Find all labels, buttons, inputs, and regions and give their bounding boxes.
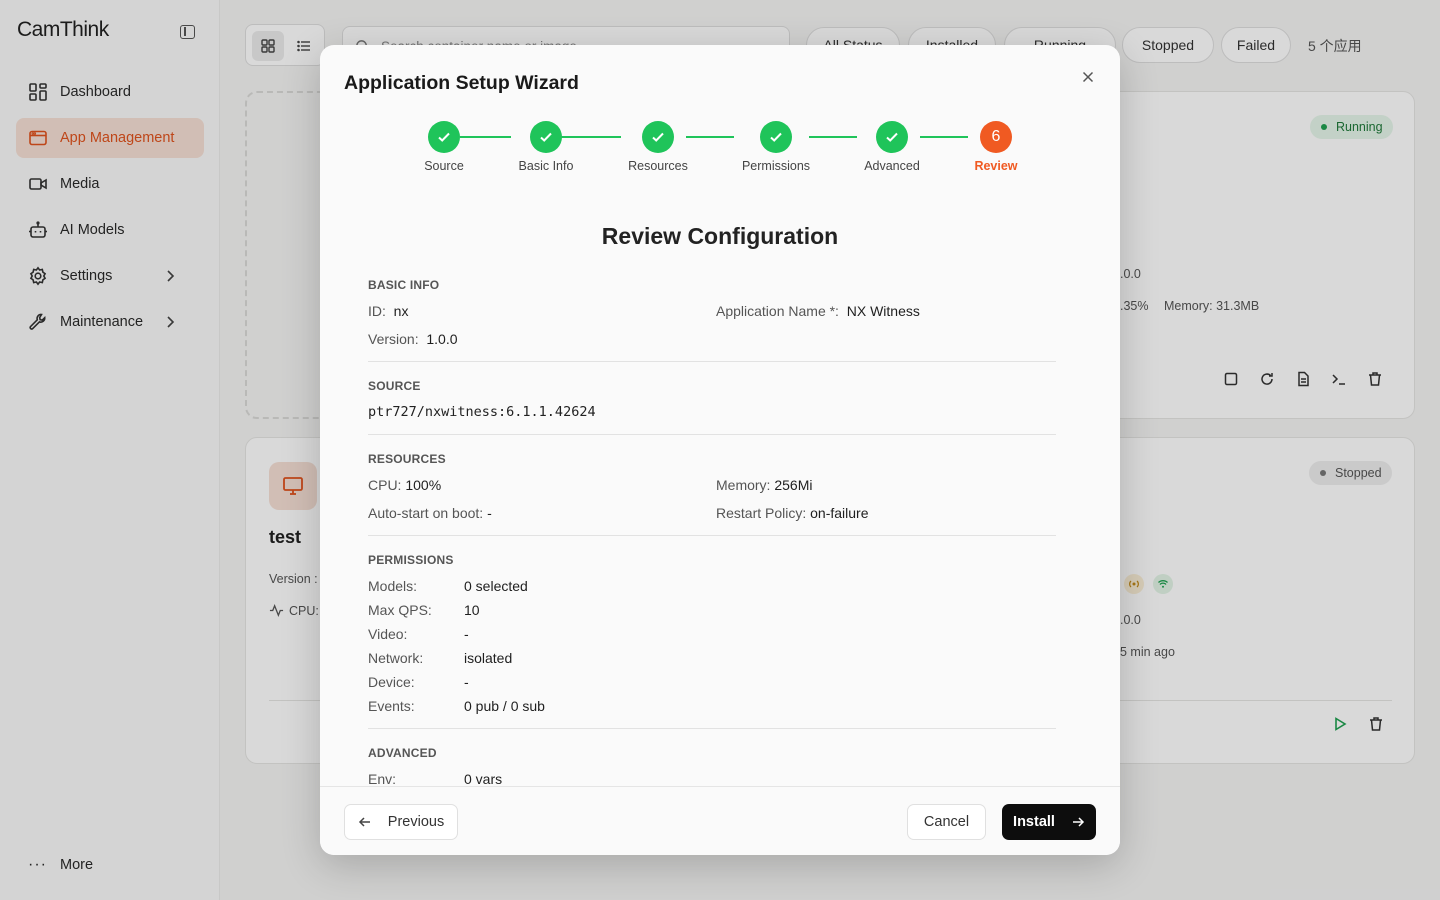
field-label: Application Name *: — [716, 303, 839, 319]
close-icon[interactable] — [1080, 69, 1096, 85]
permission-row: Device: - — [368, 674, 469, 690]
modal-footer: Previous Cancel Install — [320, 786, 1120, 855]
field-label: Events: — [368, 698, 415, 714]
field-label: Memory: — [716, 477, 771, 493]
section-divider — [368, 728, 1056, 729]
arrow-right-icon — [1072, 817, 1085, 827]
field-value: 1.0.0 — [426, 331, 458, 347]
field-value: 10 — [464, 602, 480, 618]
section-header: SOURCE — [368, 379, 421, 393]
review-content[interactable]: Review Configuration BASIC INFO ID: nx A… — [320, 215, 1120, 786]
check-icon — [530, 121, 562, 153]
permission-row: Max QPS: 10 — [368, 602, 480, 618]
field-value: 0 pub / 0 sub — [464, 698, 545, 714]
field-label: Device: — [368, 674, 415, 690]
field-value: on-failure — [810, 505, 869, 521]
step-label: Advanced — [864, 159, 920, 173]
field-label: ID: — [368, 303, 386, 319]
cancel-button[interactable]: Cancel — [907, 804, 986, 840]
version-field: Version: 1.0.0 — [368, 331, 458, 347]
basic-info-section: BASIC INFO — [368, 278, 1056, 292]
field-label: Version: — [368, 331, 419, 347]
previous-button[interactable]: Previous — [344, 804, 458, 840]
field-value: 100% — [405, 477, 442, 493]
check-icon — [642, 121, 674, 153]
section-header: ADVANCED — [368, 746, 437, 760]
step-label: Permissions — [741, 159, 811, 173]
advanced-section: ADVANCED — [368, 746, 1056, 760]
step-resources[interactable]: Resources — [608, 121, 708, 173]
field-value: isolated — [464, 650, 513, 666]
step-review[interactable]: 6 Review — [946, 121, 1046, 173]
wizard-stepper: Source Basic Info Resources Permissions … — [320, 121, 1120, 181]
check-icon — [428, 121, 460, 153]
id-field: ID: nx — [368, 303, 408, 319]
restart-policy-field: Restart Policy: on-failure — [716, 505, 869, 521]
step-number: 6 — [980, 121, 1012, 153]
modal-title: Application Setup Wizard — [344, 72, 579, 94]
install-button[interactable]: Install — [1002, 804, 1096, 840]
review-heading: Review Configuration — [601, 223, 839, 249]
field-value: NX Witness — [846, 303, 920, 319]
source-section: SOURCE — [368, 379, 1056, 393]
field-value: 256Mi — [774, 477, 813, 493]
app-name-field: Application Name *: NX Witness — [716, 303, 920, 319]
field-value: - — [487, 505, 492, 521]
field-value: nx — [393, 303, 409, 319]
permission-row: Models: 0 selected — [368, 578, 528, 594]
field-value: 0 selected — [464, 578, 528, 594]
step-label: Resources — [628, 159, 688, 173]
step-label: Basic Info — [518, 159, 574, 173]
step-basic-info[interactable]: Basic Info — [496, 121, 596, 173]
section-header: RESOURCES — [368, 452, 446, 466]
field-label: Env: — [368, 771, 397, 786]
field-label: Restart Policy: — [716, 505, 807, 521]
resources-section: RESOURCES — [368, 452, 1056, 466]
field-label: Video: — [368, 626, 408, 642]
button-label: Previous — [387, 814, 445, 830]
check-icon — [760, 121, 792, 153]
field-label: Auto-start on boot: — [368, 505, 484, 521]
step-advanced[interactable]: Advanced — [842, 121, 942, 173]
field-label: CPU: — [368, 477, 402, 493]
section-header: PERMISSIONS — [368, 553, 454, 567]
permission-row: Events: 0 pub / 0 sub — [368, 698, 545, 714]
step-permissions[interactable]: Permissions — [726, 121, 826, 173]
permission-row: Video: - — [368, 626, 469, 642]
source-image: ptr727/nxwitness:6.1.1.42624 — [368, 404, 596, 420]
section-divider — [368, 361, 1056, 362]
check-icon — [876, 121, 908, 153]
field-label: Max QPS: — [368, 602, 432, 618]
field-label: Network: — [368, 650, 424, 666]
step-label: Source — [424, 159, 464, 173]
field-label: Models: — [368, 578, 418, 594]
button-label: Cancel — [923, 814, 970, 830]
setup-wizard-modal: Application Setup Wizard Source Basic In… — [320, 45, 1120, 855]
permission-row: Network: isolated — [368, 650, 512, 666]
section-header: BASIC INFO — [368, 278, 440, 292]
step-source[interactable]: Source — [394, 121, 494, 173]
field-value: - — [464, 674, 469, 690]
button-label: Install — [1013, 814, 1055, 830]
arrow-left-icon — [358, 817, 370, 827]
field-value: - — [464, 626, 469, 642]
section-divider — [368, 535, 1056, 536]
env-row: Env: 0 vars — [368, 771, 502, 786]
field-value: 0 vars — [464, 771, 503, 786]
autostart-field: Auto-start on boot: - — [368, 505, 492, 521]
memory-field: Memory: 256Mi — [716, 477, 812, 493]
cpu-field: CPU: 100% — [368, 477, 441, 493]
step-label: Review — [974, 159, 1018, 173]
section-divider — [368, 434, 1056, 435]
permissions-section: PERMISSIONS — [368, 553, 1056, 567]
